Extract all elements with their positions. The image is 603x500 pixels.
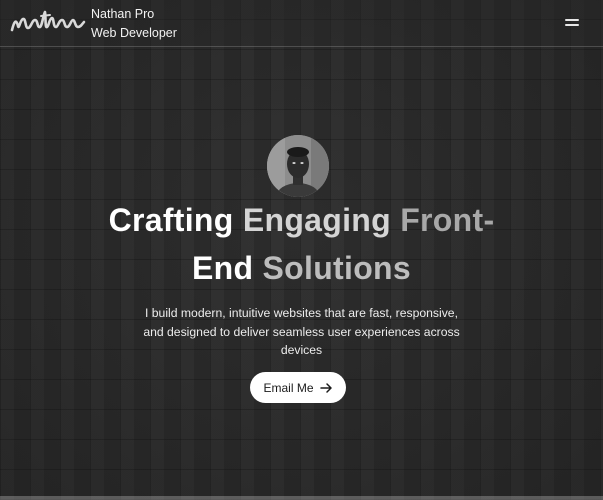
brand-name: Nathan Pro — [91, 7, 155, 21]
bottom-divider — [0, 496, 603, 500]
logo[interactable]: nathan — [10, 6, 86, 38]
brand-role: Web Developer — [91, 26, 177, 40]
hamburger-menu-icon[interactable] — [563, 14, 581, 30]
arrow-right-icon — [319, 382, 332, 393]
headline-word: Engaging — [242, 202, 391, 238]
headline-word: Front- — [400, 202, 495, 238]
headline-word: Solutions — [262, 250, 411, 286]
hero-subtitle: I build modern, intuitive websites that … — [143, 306, 460, 357]
headline-word: End — [191, 250, 254, 286]
email-me-button[interactable]: Email Me — [250, 372, 346, 403]
hero-headline: Crafting Engaging Front- End Solutions — [90, 196, 513, 292]
email-me-label: Email Me — [263, 380, 314, 395]
headline-word: Crafting — [108, 202, 234, 238]
brand: Nathan Pro Web Developer — [91, 5, 177, 43]
avatar — [267, 135, 329, 197]
site-header: nathan Nathan Pro Web Developer — [0, 0, 603, 47]
